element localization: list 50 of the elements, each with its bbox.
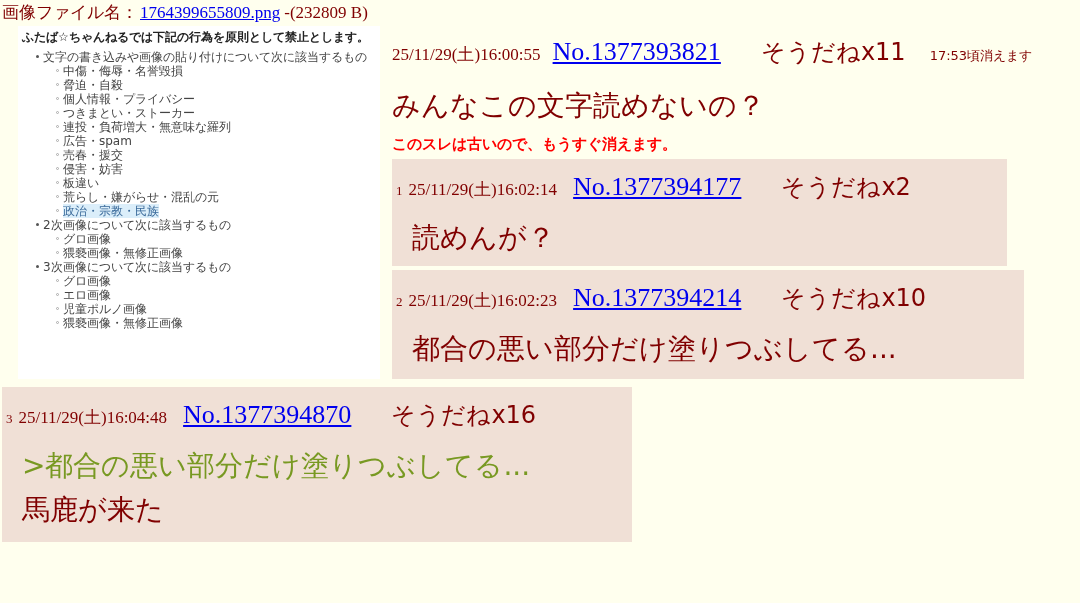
bullet-icon (36, 55, 39, 58)
image-title: ふたば☆ちゃんねるでは下記の行為を原則として禁止とします。 (22, 29, 370, 44)
rule-item: 猥褻画像・無修正画像 (63, 315, 183, 330)
bullet-icon (36, 265, 39, 268)
post-number-link[interactable]: No.1377394870 (183, 395, 352, 434)
rule-item: 荒らし・嫌がらせ・混乱の元 (63, 189, 219, 204)
rule-heading: 文字の書き込みや画像の貼り付けについて次に該当するもの (43, 49, 367, 64)
rule-item: 個人情報・プライバシー (63, 91, 195, 106)
rule-item: 連投・負荷増大・無意味な羅列 (63, 119, 231, 134)
file-label: 画像ファイル名： (2, 1, 138, 24)
attached-image[interactable] (18, 25, 380, 379)
rule-item: 中傷・侮辱・名誉毀損 (63, 63, 183, 78)
quoted-text: >都合の悪い部分だけ塗りつぶしてる... (22, 448, 532, 484)
post-number-link[interactable]: No.1377394214 (573, 278, 742, 317)
rule-heading: 2次画像について次に該当するもの (43, 217, 231, 232)
reply-index: 1 (396, 182, 403, 200)
post-date: 25/11/29(土)16:04:48 (18, 407, 168, 429)
rule-item: つきまとい・ストーカー (63, 105, 195, 120)
post-date: 25/11/29(土)16:02:23 (408, 290, 558, 312)
sodane-button[interactable]: そうだねx2 (781, 169, 911, 205)
reply-text: 都合の悪い部分だけ塗りつぶしてる... (412, 331, 898, 367)
rule-item: 脅迫・自殺 (63, 77, 123, 92)
sodane-button[interactable]: そうだねx16 (391, 397, 537, 433)
rule-item: エロ画像 (63, 287, 111, 302)
reply-text: 読めんが？ (412, 220, 556, 256)
rule-heading: 3次画像について次に該当するもの (43, 259, 231, 274)
rule-item: グロ画像 (63, 231, 111, 246)
post-number-link[interactable]: No.1377394177 (573, 167, 742, 206)
rule-item: 侵害・妨害 (63, 161, 123, 176)
sodane-button[interactable]: そうだねx11 (760, 33, 906, 70)
sodane-button[interactable]: そうだねx10 (781, 280, 927, 316)
post-date: 25/11/29(土)16:02:14 (408, 179, 558, 201)
post-number-link[interactable]: No.1377393821 (552, 31, 721, 71)
rule-item: 売春・援交 (63, 147, 123, 162)
expiry-time: 17:53頃消えます (929, 46, 1033, 65)
file-size: -(232809 B) (284, 2, 368, 24)
warning-text: このスレは古いので、もうすぐ消えます。 (392, 133, 678, 155)
rule-item: 猥褻画像・無修正画像 (63, 245, 183, 260)
reply-index: 3 (6, 410, 13, 428)
bullet-icon (36, 223, 39, 226)
reply-index: 2 (396, 293, 403, 311)
post-text: みんなこの文字読めないの？ (392, 87, 766, 124)
rule-item: グロ画像 (63, 273, 111, 288)
file-link[interactable]: 1764399655809.png (140, 0, 281, 26)
rule-item: 児童ポルノ画像 (63, 301, 147, 316)
rule-item: 板違い (63, 175, 99, 190)
post-date: 25/11/29(土)16:00:55 (392, 43, 541, 66)
rule-item: 広告・spam (63, 133, 132, 148)
reply-text: 馬鹿が来た (22, 492, 165, 528)
rule-item: 政治・宗教・民族 (63, 203, 159, 218)
